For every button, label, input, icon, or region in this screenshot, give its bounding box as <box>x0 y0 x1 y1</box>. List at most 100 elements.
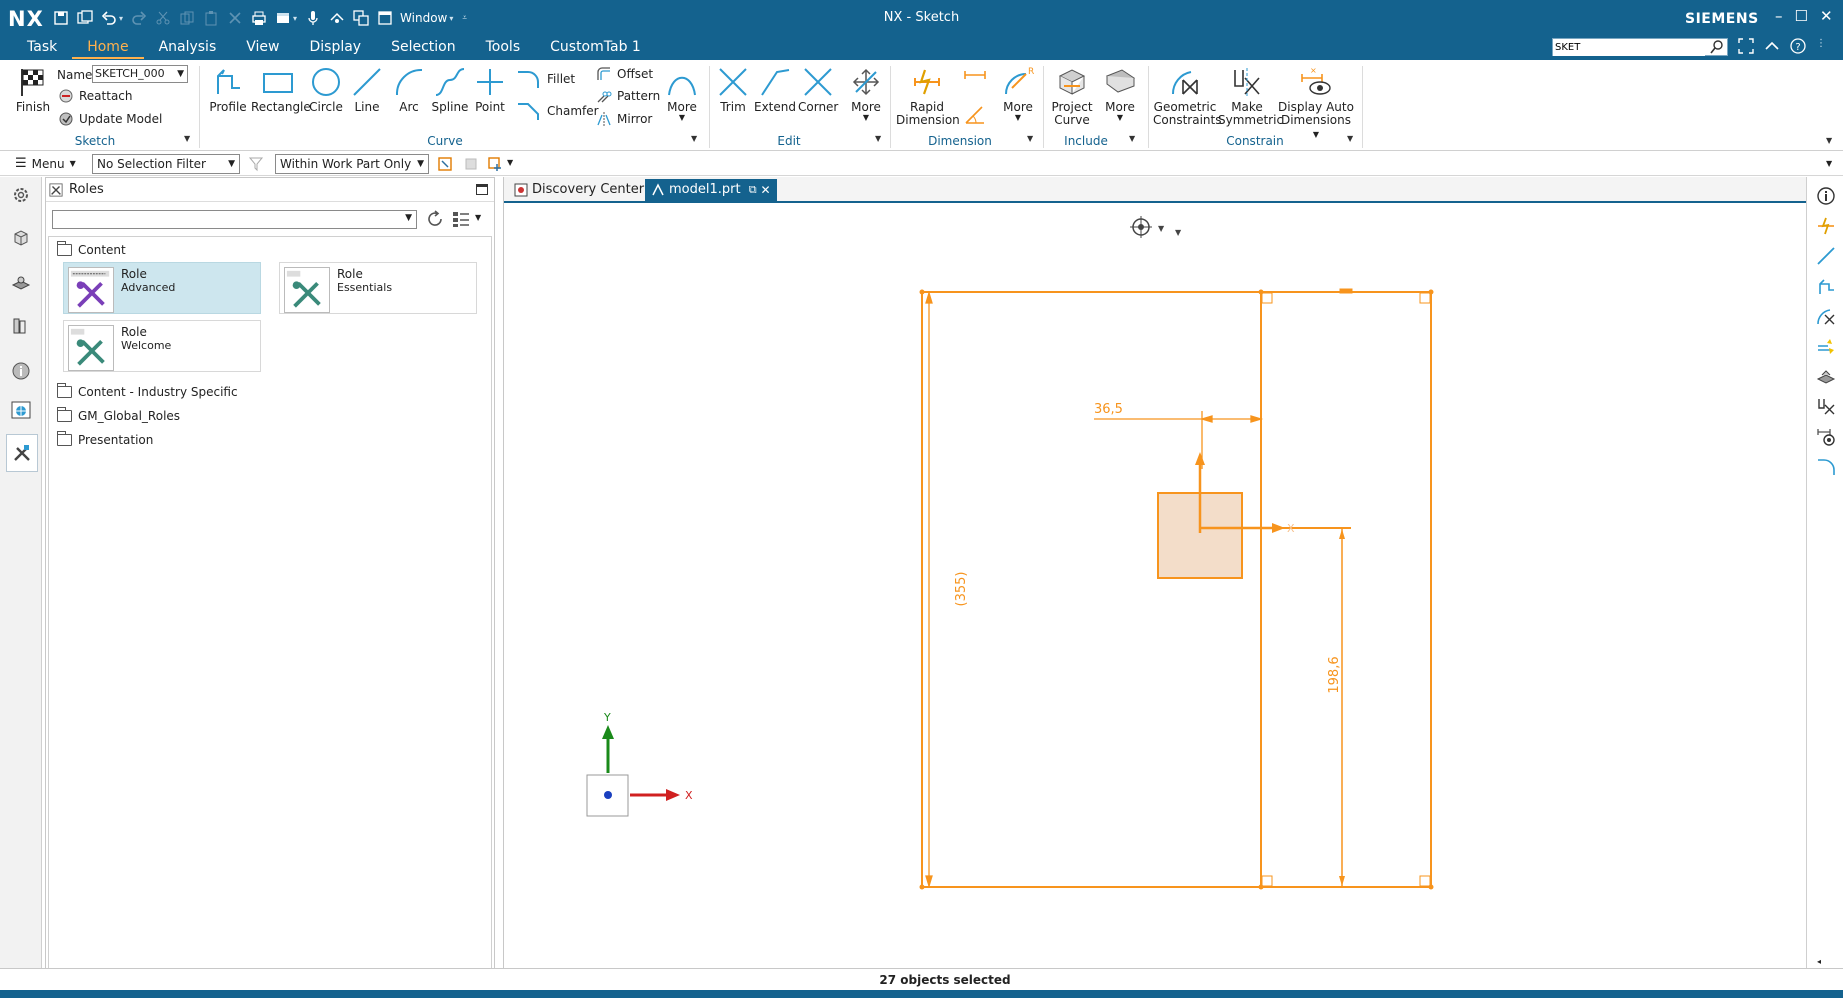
tab-model1-prt[interactable]: model1.prt ⧉ ✕ <box>645 179 777 201</box>
edit-more-button[interactable]: More ▼ <box>848 66 884 122</box>
close-icon[interactable]: ✕ <box>1820 7 1833 25</box>
dimension-group-more-icon[interactable]: ▼ <box>1027 134 1033 143</box>
view-list-icon[interactable] <box>452 210 472 228</box>
chevron-down-icon[interactable]: ▼ <box>475 213 481 222</box>
command-search-input[interactable] <box>1553 39 1705 56</box>
web-browser-tab[interactable] <box>8 397 34 423</box>
undo-dropdown-icon[interactable]: ▾ <box>119 14 123 23</box>
constrain-group-more-icon[interactable]: ▼ <box>1347 134 1353 143</box>
part-navigator-tab[interactable] <box>8 225 34 251</box>
dimension-355[interactable] <box>925 290 933 889</box>
info-tab[interactable] <box>8 358 34 384</box>
role-card-essentials[interactable]: Role Essentials <box>279 262 477 314</box>
extend-button[interactable]: Extend <box>754 66 796 114</box>
touch-mode-icon[interactable] <box>328 10 345 27</box>
display-auto-dimensions-button[interactable]: × Display Auto Dimensions ▼ <box>1278 66 1354 141</box>
project-curve-button[interactable]: Project Curve <box>1050 66 1094 127</box>
window-icon[interactable] <box>376 10 393 27</box>
main-menu-button[interactable]: ☰ Menu ▼ <box>15 156 76 171</box>
window-dropdown-icon[interactable]: ▾ <box>449 14 453 23</box>
offset-button[interactable]: Offset <box>596 66 653 82</box>
pattern-button[interactable]: Pattern <box>596 88 660 104</box>
display-mode-dropdown-icon[interactable]: ▾ <box>293 14 297 23</box>
ribbon-options-icon[interactable]: ▼ <box>1826 136 1832 145</box>
microphone-icon[interactable] <box>304 10 321 27</box>
filter-reset-icon[interactable] <box>248 156 264 172</box>
rapid-dimension-button[interactable]: Rapid Dimension <box>896 66 960 127</box>
chamfer-button[interactable]: Chamfer <box>516 101 599 121</box>
reattach-button[interactable]: Reattach <box>58 88 133 104</box>
selection-scope-select[interactable]: Within Work Part Only ▼ <box>275 154 429 174</box>
tab-discovery-center[interactable]: Discovery Center <box>508 179 652 201</box>
dimension-more-button[interactable]: R More ▼ <box>1000 66 1036 122</box>
folder-presentation[interactable]: Presentation <box>57 431 153 447</box>
tab-customtab-1[interactable]: CustomTab 1 <box>535 37 656 59</box>
full-screen-icon[interactable] <box>1738 38 1754 54</box>
dimension-value-36-5[interactable]: 36,5 <box>1094 402 1123 417</box>
fillet-button[interactable]: Fillet <box>516 69 575 89</box>
include-group-more-icon[interactable]: ▼ <box>1129 134 1135 143</box>
sketch-geometry[interactable] <box>921 291 1432 888</box>
chevron-down-icon[interactable]: ▼ <box>1826 159 1832 168</box>
sketch-group-more-icon[interactable]: ▼ <box>184 134 190 143</box>
information-icon[interactable] <box>1813 183 1839 209</box>
dimension-value-355[interactable]: (355) <box>954 572 969 607</box>
print-icon[interactable] <box>250 10 267 27</box>
select-feature-icon[interactable] <box>437 156 453 172</box>
folder-content-industry-specific[interactable]: Content - Industry Specific <box>57 383 238 399</box>
search-icon[interactable] <box>1709 39 1725 55</box>
trim-button[interactable]: Trim <box>716 66 750 114</box>
redo-icon[interactable] <box>130 10 147 27</box>
mirror-button[interactable]: Mirror <box>596 111 652 127</box>
role-card-welcome[interactable]: Role Welcome <box>63 320 261 372</box>
make-symmetric-icon[interactable] <box>1813 393 1839 419</box>
reuse-library-tab[interactable] <box>8 313 34 339</box>
settings-tab[interactable] <box>8 182 34 208</box>
sketch-canvas[interactable]: ▼ ▼ 36,5 (355) 198,6 X Y X <box>504 205 1806 970</box>
curve-group-more-icon[interactable]: ▼ <box>691 134 697 143</box>
profile-icon[interactable] <box>1813 273 1839 299</box>
animate-dimension-icon[interactable] <box>1813 333 1839 359</box>
tab-task[interactable]: Task <box>12 37 72 59</box>
undo-icon[interactable] <box>100 10 117 27</box>
ribbon-options-icon[interactable]: ⋮ <box>1816 38 1832 54</box>
tab-display[interactable]: Display <box>294 37 376 59</box>
role-card-advanced[interactable]: Role Advanced <box>63 262 261 314</box>
dimension-36-5[interactable] <box>1094 411 1264 469</box>
chevron-down-icon[interactable]: ▼ <box>507 158 513 167</box>
refresh-icon[interactable] <box>425 209 445 229</box>
curve-more-button[interactable]: More ▼ <box>664 66 700 122</box>
finish-sketch-button[interactable]: Finish <box>14 66 52 114</box>
snap-point-icon[interactable] <box>487 156 503 172</box>
fillet-icon[interactable] <box>1813 453 1839 479</box>
spline-button[interactable]: Spline <box>430 66 470 114</box>
maximize-icon[interactable]: ☐ <box>1795 7 1808 25</box>
minimize-icon[interactable]: – <box>1775 7 1783 25</box>
corner-button[interactable]: Corner <box>798 66 838 114</box>
display-mode-icon[interactable] <box>274 10 291 27</box>
tab-tools[interactable]: Tools <box>471 37 536 59</box>
paste-icon[interactable] <box>202 10 219 27</box>
save-icon[interactable] <box>52 10 69 27</box>
view-orientation-control[interactable]: ▼ ▼ <box>1130 216 1182 238</box>
maximize-panel-icon[interactable] <box>476 184 488 195</box>
update-model-button[interactable]: Update Model <box>58 111 162 127</box>
tab-home[interactable]: Home <box>72 37 144 59</box>
circle-button[interactable]: Circle <box>308 66 344 114</box>
cut-icon[interactable] <box>154 10 171 27</box>
line-button[interactable]: Line <box>350 66 384 114</box>
geometric-constraints-icon[interactable] <box>1813 303 1839 329</box>
tab-view[interactable]: View <box>231 37 294 59</box>
customize-qat-icon[interactable]: ⩡ <box>462 13 467 23</box>
arc-button[interactable]: Arc <box>392 66 426 114</box>
folder-gm-global-roles[interactable]: GM_Global_Roles <box>57 407 180 423</box>
tab-selection[interactable]: Selection <box>376 37 471 59</box>
geometric-constraints-button[interactable]: Geometric Constraints <box>1153 66 1221 127</box>
roles-search-select[interactable]: ▼ <box>52 210 417 229</box>
select-face-icon[interactable] <box>463 156 479 172</box>
rectangle-button[interactable]: Rectangle <box>251 66 311 114</box>
help-icon[interactable]: ? <box>1790 38 1806 54</box>
assembly-icon[interactable] <box>1813 363 1839 389</box>
type-filter-select[interactable]: No Selection Filter ▼ <box>92 154 240 174</box>
sketch-name-field[interactable]: SKETCH_000 ▼ <box>92 65 188 83</box>
